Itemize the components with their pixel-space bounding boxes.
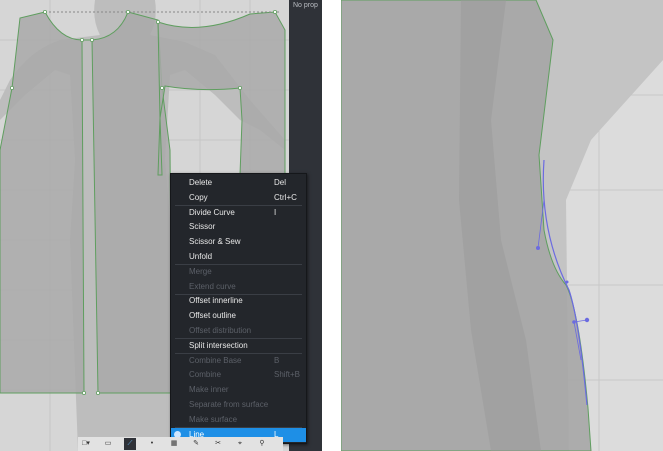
measure-tool-icon[interactable]: ⌖ <box>234 438 246 450</box>
menu-item-label: Split intersection <box>189 340 248 350</box>
menu-item-label: Offset distribution <box>189 326 252 335</box>
menu-item-label: Separate from surface <box>189 400 269 409</box>
context-menu: Delete Del Copy Ctrl+C Divide Curve I Scissor S… <box>170 173 307 444</box>
rectangle-tool-icon[interactable]: ▭ <box>102 438 114 450</box>
menu-item-divide-curve[interactable]: Divide Curve I <box>171 206 306 220</box>
menu-item-label: Divide Curve <box>189 207 235 217</box>
menu-item-offset-distribution: Offset distribution <box>171 324 306 338</box>
pattern-editor-canvas[interactable]: No prop Delete Del Copy Ctrl+C Divide Curve I… <box>0 0 322 451</box>
zoomed-canvas-svg[interactable] <box>341 0 663 451</box>
menu-item-separate-from-surface: Separate from surface <box>171 398 306 412</box>
menu-item-label: Merge <box>189 266 212 276</box>
menu-item-copy[interactable]: Copy Ctrl+C <box>171 191 306 205</box>
menu-item-label: Delete <box>189 178 213 187</box>
menu-item-scissor-sew[interactable]: Scissor & Sew <box>171 235 306 249</box>
select-points-icon[interactable]: □▾ <box>80 438 92 450</box>
menu-item-shortcut: Ctrl+C <box>274 192 297 202</box>
menu-item-make-surface: Make surface <box>171 413 306 427</box>
zoom-icon[interactable]: ⚲ <box>256 438 268 450</box>
menu-item-offset-outline[interactable]: Offset outline <box>171 309 306 323</box>
point-tool-icon[interactable]: • <box>146 438 158 450</box>
menu-item-combine-base: Combine Base B <box>171 354 306 368</box>
menu-item-label: Scissor & Sew <box>189 237 241 247</box>
menu-item-merge: Merge <box>171 265 306 279</box>
menu-item-label: Extend curve <box>189 281 236 291</box>
menu-item-combine: Combine Shift+B <box>171 368 306 382</box>
menu-item-label: Combine <box>189 370 222 380</box>
menu-item-shortcut: Shift+B <box>274 370 301 380</box>
menu-item-label: Make inner <box>189 385 229 395</box>
sidebar-header-text: No prop <box>293 2 318 9</box>
menu-item-label: Make surface <box>189 414 238 424</box>
grid-tool-icon[interactable]: ▦ <box>168 438 180 450</box>
menu-item-make-inner: Make inner <box>171 383 306 397</box>
menu-item-offset-innerline[interactable]: Offset innerline <box>171 294 306 308</box>
menu-item-label: Unfold <box>189 252 213 261</box>
curve-tool-icon[interactable]: ⟋ <box>124 438 136 450</box>
cut-tool-icon[interactable]: ✂ <box>212 438 224 450</box>
pen-tool-icon[interactable]: ✎ <box>190 438 202 450</box>
menu-item-shortcut: I <box>274 207 277 217</box>
menu-item-extend-curve: Extend curve <box>171 280 306 294</box>
menu-item-label: Combine Base <box>189 355 242 365</box>
menu-item-scissor[interactable]: Scissor <box>171 220 306 234</box>
menu-item-label: Offset outline <box>189 311 236 321</box>
menu-item-split-intersection[interactable]: Split intersection <box>171 339 306 353</box>
menu-item-shortcut: Del <box>274 178 287 187</box>
menu-item-label: Offset innerline <box>189 296 243 306</box>
menu-item-unfold[interactable]: Unfold <box>171 250 306 264</box>
menu-item-delete[interactable]: Delete Del <box>171 176 306 190</box>
menu-item-shortcut: B <box>274 355 280 365</box>
zoomed-curve-view[interactable] <box>341 0 663 451</box>
panel-divider <box>322 0 341 451</box>
menu-item-label: Copy <box>189 192 208 202</box>
bottom-toolbar: □▾ ▭ ⟋ • ▦ ✎ ✂ ⌖ ⚲ <box>78 437 283 451</box>
menu-item-label: Scissor <box>189 222 216 232</box>
